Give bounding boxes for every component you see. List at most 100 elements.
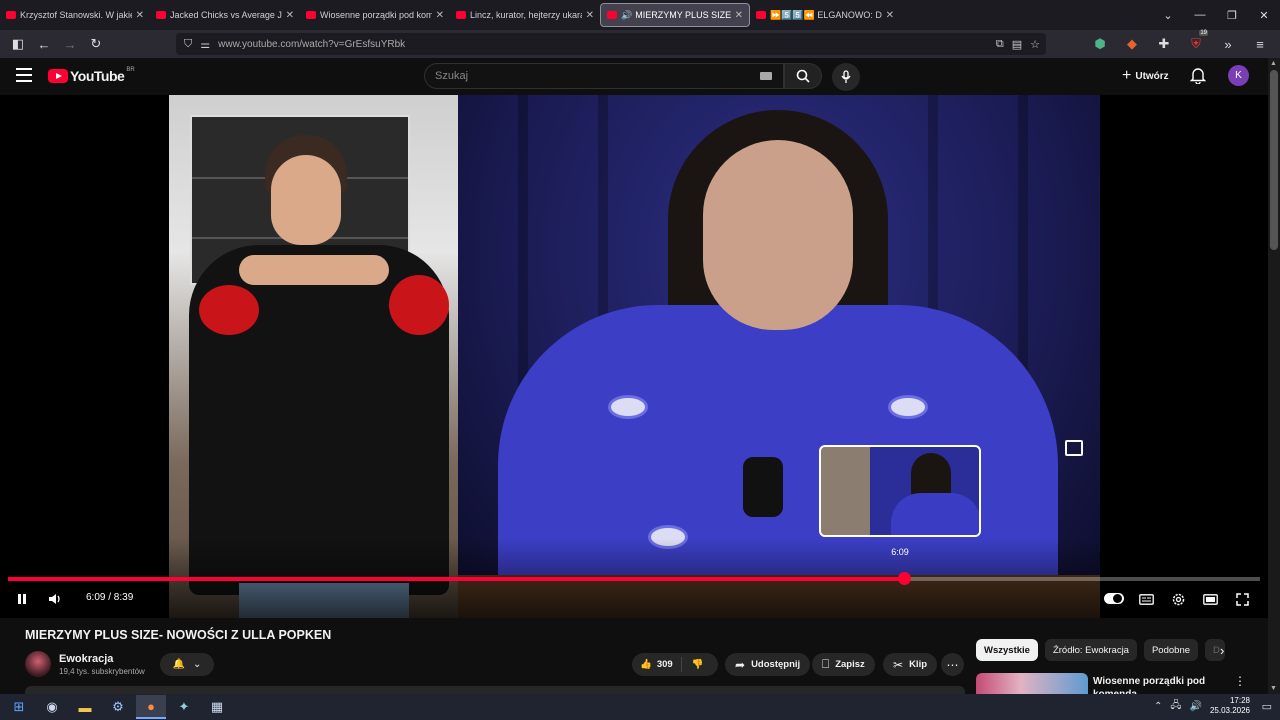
browser-tab[interactable]: Wiosenne porządki pod komen ✕ [300, 3, 450, 27]
browser-tab[interactable]: Lincz, kurator, hejterzy ukarani? ✕ [450, 3, 600, 27]
dislike-button[interactable]: 👎 [682, 659, 714, 670]
kebab-menu-icon[interactable]: ⋮ [1234, 674, 1246, 688]
tab-close-icon[interactable]: ✕ [286, 10, 294, 21]
rose-print [199, 285, 259, 335]
shield-icon[interactable]: ⛉ [184, 38, 192, 51]
autoplay-toggle[interactable] [1104, 593, 1124, 604]
video-player[interactable]: 6:09 6:09 / 8:39 [0, 95, 1268, 618]
back-icon[interactable]: ← [32, 32, 56, 56]
minimize-icon[interactable]: — [1184, 9, 1216, 21]
clip-button[interactable]: ✂ Klip [883, 653, 938, 676]
sidebar-toggle-icon[interactable]: ◧ [6, 32, 30, 56]
steam-icon[interactable]: ⚙ [103, 695, 133, 719]
miniplayer-icon[interactable] [1065, 440, 1083, 456]
account-avatar[interactable]: K [1228, 65, 1249, 86]
url-text[interactable]: www.youtube.com/watch?v=GrEsfsuYRbk [218, 39, 405, 50]
address-bar[interactable]: ⛉ ⚌ www.youtube.com/watch?v=GrEsfsuYRbk … [176, 33, 1046, 55]
voice-search-button[interactable] [832, 63, 860, 91]
recommendation-filter-chips: Wszystkie Źródło: Ewokracja Podobne D [976, 639, 1226, 661]
youtube-logo[interactable]: YouTube BR [48, 67, 135, 84]
fullscreen-button[interactable] [1232, 588, 1252, 610]
calculator-icon[interactable]: ▦ [202, 695, 232, 719]
permissions-icon[interactable]: ⚌ [200, 38, 210, 51]
forward-icon[interactable]: → [58, 32, 82, 56]
fox-extension-icon[interactable]: ◆ [1120, 32, 1144, 56]
page-scrollbar[interactable]: ▲ ▼ [1268, 58, 1280, 694]
recommendation-title[interactable]: Wiosenne porządki pod komenda [1093, 675, 1213, 695]
vpn-extension-icon[interactable]: ⬢ [1088, 32, 1112, 56]
channel-name[interactable]: Ewokracja [59, 653, 113, 665]
mute-button[interactable] [45, 588, 65, 610]
tab-close-icon[interactable]: ✕ [136, 10, 144, 21]
chip-all[interactable]: Wszystkie [976, 639, 1038, 661]
tab-list-icon[interactable]: ⌄ [1152, 9, 1184, 22]
description-box[interactable] [25, 686, 965, 694]
notification-center-icon[interactable]: ▭ [1262, 700, 1272, 713]
browser-tab[interactable]: Krzysztof Stanowski. W jakiej sp ✕ [0, 3, 150, 27]
app-icon[interactable]: ✦ [169, 695, 199, 719]
restore-icon[interactable]: ❐ [1216, 9, 1248, 22]
share-button[interactable]: ➦ Udostępnij [725, 653, 811, 676]
bookmark-star-icon[interactable]: ☆ [1030, 38, 1040, 51]
notifications-button[interactable] [1189, 67, 1207, 89]
browser-tab[interactable]: ⏩5️⃣5️⃣⏪ ELGANOWO: D ✕ [750, 3, 900, 27]
tab-title: Lincz, kurator, hejterzy ukarani? [470, 10, 582, 20]
like-button[interactable]: 👍 309 [632, 657, 682, 672]
close-window-icon[interactable]: ✕ [1248, 9, 1280, 22]
progress-played [8, 577, 905, 581]
tab-close-icon[interactable]: ✕ [886, 10, 894, 21]
tab-close-icon[interactable]: ✕ [586, 10, 594, 21]
person-arms [239, 255, 389, 285]
ublock-extension-icon[interactable]: ⛨ 19 [1184, 30, 1208, 56]
pause-button[interactable] [12, 588, 32, 610]
settings-button[interactable] [1168, 588, 1188, 610]
clock[interactable]: 17:28 25.03.2026 [1210, 696, 1250, 716]
scissors-icon: ✂ [893, 657, 904, 672]
firefox-icon[interactable]: ● [136, 695, 166, 719]
theater-mode-button[interactable] [1200, 588, 1220, 610]
progress-bar[interactable] [8, 572, 1260, 585]
channel-avatar[interactable] [25, 651, 51, 677]
search-input[interactable]: Szukaj [424, 63, 784, 89]
subscription-bell-button[interactable]: 🔔 ⌄ [160, 653, 214, 676]
create-button[interactable]: + Utwórz [1116, 65, 1175, 87]
speaker-face [703, 140, 853, 330]
search-button[interactable] [784, 63, 822, 89]
scrollbar-thumb[interactable] [1270, 70, 1278, 250]
picture-in-picture-icon[interactable]: ⧉ [996, 38, 1004, 51]
os-taskbar: ⊞ ◉ ▬ ⚙ ● ✦ ▦ ⌃ 🖧 🔊 17:28 25.03.2026 ▭ [0, 694, 1280, 720]
app-menu-icon[interactable]: ≡ [1248, 32, 1272, 56]
task-view-icon[interactable]: ◉ [37, 695, 67, 719]
tab-close-icon[interactable]: ✕ [436, 10, 444, 21]
windows-start-icon[interactable]: ⊞ [4, 695, 34, 719]
bell-icon: 🔔 [172, 659, 186, 670]
keyboard-icon[interactable] [760, 72, 772, 80]
extensions-icon[interactable]: ✚ [1152, 32, 1176, 56]
recommendation-thumbnail[interactable] [976, 673, 1088, 694]
menu-icon[interactable] [16, 68, 32, 82]
tab-close-icon[interactable]: ✕ [735, 10, 743, 21]
volume-tray-icon[interactable]: 🔊 [1190, 701, 1202, 712]
extension-badge: 19 [1199, 30, 1208, 36]
overflow-menu-icon[interactable]: » [1216, 32, 1240, 56]
subtitles-button[interactable] [1136, 588, 1156, 610]
scroll-down-icon[interactable]: ▼ [1270, 685, 1277, 692]
file-explorer-icon[interactable]: ▬ [70, 695, 100, 719]
chip-related[interactable]: Podobne [1143, 639, 1199, 661]
browser-tab-active[interactable]: 🔊MIERZYMY PLUS SIZE- NOW ✕ [600, 3, 750, 27]
chip-source[interactable]: Źródło: Ewokracja [1044, 639, 1137, 661]
reload-icon[interactable]: ↻ [84, 32, 108, 56]
tray-overflow-icon[interactable]: ⌃ [1154, 701, 1162, 712]
gear-icon [1172, 593, 1184, 605]
save-button[interactable]: ⎕ Zapisz [812, 653, 875, 676]
browser-tab[interactable]: Jacked Chicks vs Average Joes | ✕ [150, 3, 300, 27]
reader-view-icon[interactable]: ▤ [1012, 38, 1022, 51]
network-icon[interactable]: 🖧 [1170, 698, 1181, 715]
more-actions-button[interactable]: ⋯ [941, 653, 964, 676]
chevron-right-icon[interactable]: › [1220, 643, 1224, 658]
microphone-icon [841, 70, 851, 83]
scroll-up-icon[interactable]: ▲ [1270, 60, 1277, 67]
like-dislike-group: 👍 309 👎 [632, 653, 718, 676]
pause-icon [18, 594, 26, 604]
speaker-icon[interactable]: 🔊 [621, 10, 632, 21]
